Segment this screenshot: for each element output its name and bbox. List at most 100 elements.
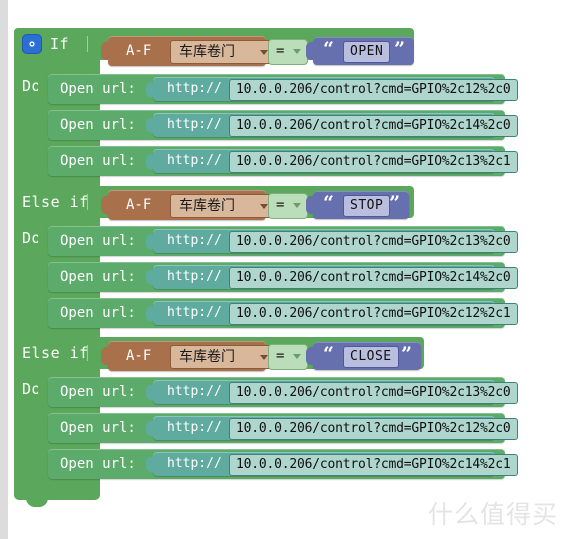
variable-block-3[interactable]: A-F 车库卷门 [101,341,274,371]
string-block-2[interactable]: “ STOP ” [306,191,409,219]
url-plug-icon [146,270,154,285]
statement-open-url-3-2[interactable]: Open url: http:// 10.0.0.206/control?cmd… [48,413,518,443]
url-protocol: http:// [167,456,222,471]
variable-dropdown-3[interactable]: 车库卷门 [170,345,274,369]
variable-dropdown-value-2: 车库卷门 [179,198,235,214]
url-protocol: http:// [167,117,222,132]
variable-dropdown-1[interactable]: 车库卷门 [170,40,274,64]
statement-open-url-2-3[interactable]: Open url: http:// 10.0.0.206/control?cmd… [48,298,518,328]
operator-value-2: = [276,197,285,213]
statement-label: Open url: [60,81,136,97]
statement-label: Open url: [60,456,136,472]
url-value-block[interactable]: http:// 10.0.0.206/control?cmd=GPIO%2c12… [146,416,518,440]
statement-label: Open url: [60,384,136,400]
string-value-2: STOP [343,195,391,217]
variable-dropdown-value-3: 车库卷门 [179,349,235,365]
else-if-condition-notch-2 [88,194,96,210]
url-value-block[interactable]: http:// 10.0.0.206/control?cmd=GPIO%2c12… [146,301,518,325]
url-protocol: http:// [167,153,222,168]
url-text-field[interactable]: 10.0.0.206/control?cmd=GPIO%2c12%2c0 [229,418,518,440]
statement-open-url-1-1[interactable]: Open url: http:// 10.0.0.206/control?cmd… [48,74,518,104]
operator-value-1: = [276,43,285,59]
statement-label: Open url: [60,269,136,285]
string-block-1[interactable]: “ OPEN ” [306,37,414,65]
operator-block-1[interactable]: = [268,39,308,65]
else-if-condition-notch-3 [88,345,96,361]
chevron-down-icon [293,49,301,54]
string-block-3[interactable]: “ CLOSE ” [306,342,421,370]
url-plug-icon [146,82,154,97]
url-plug-icon [146,385,154,400]
quote-open-icon: “ [323,192,334,214]
url-plug-icon [146,457,154,472]
statement-open-url-3-3[interactable]: Open url: http:// 10.0.0.206/control?cmd… [48,449,518,479]
url-text-field[interactable]: 10.0.0.206/control?cmd=GPIO%2c14%2c1 [229,454,518,476]
url-value-block[interactable]: http:// 10.0.0.206/control?cmd=GPIO%2c14… [146,265,518,289]
variable-plug-icon [101,347,109,365]
url-value-block[interactable]: http:// 10.0.0.206/control?cmd=GPIO%2c13… [146,149,518,173]
variable-label-2: A-F [126,197,152,213]
url-protocol: http:// [167,269,222,284]
statement-label: Open url: [60,420,136,436]
url-value-block[interactable]: http:// 10.0.0.206/control?cmd=GPIO%2c13… [146,380,518,404]
statement-label: Open url: [60,233,136,249]
url-value-block[interactable]: http:// 10.0.0.206/control?cmd=GPIO%2c14… [146,113,518,137]
statement-label: Open url: [60,153,136,169]
url-text-field[interactable]: 10.0.0.206/control?cmd=GPIO%2c14%2c0 [229,115,518,137]
quote-close-icon: ” [389,192,400,214]
chevron-down-icon [260,204,268,209]
statement-open-url-1-3[interactable]: Open url: http:// 10.0.0.206/control?cmd… [48,146,518,176]
url-plug-icon [146,154,154,169]
quote-close-icon: ” [401,343,412,365]
variable-plug-icon [101,42,109,60]
statement-label: Open url: [60,117,136,133]
quote-open-icon: “ [323,343,334,365]
url-text-field[interactable]: 10.0.0.206/control?cmd=GPIO%2c14%2c0 [229,267,518,289]
operator-value-3: = [276,348,285,364]
operator-block-2[interactable]: = [268,193,308,219]
statement-label: Open url: [60,305,136,321]
statement-open-url-2-2[interactable]: Open url: http:// 10.0.0.206/control?cmd… [48,262,518,292]
string-value-1: OPEN [343,41,391,63]
statement-open-url-3-1[interactable]: Open url: http:// 10.0.0.206/control?cmd… [48,377,518,407]
url-text-field[interactable]: 10.0.0.206/control?cmd=GPIO%2c12%2c1 [229,303,518,325]
variable-label-1: A-F [126,43,152,59]
url-protocol: http:// [167,81,222,96]
url-plug-icon [146,234,154,249]
quote-close-icon: ” [394,38,405,60]
url-value-block[interactable]: http:// 10.0.0.206/control?cmd=GPIO%2c13… [146,229,518,253]
keyword-else-if-3: Else if [22,344,89,362]
keyword-else-if-2: Else if [22,193,89,211]
url-text-field[interactable]: 10.0.0.206/control?cmd=GPIO%2c12%2c0 [229,79,518,101]
chevron-down-icon [260,355,268,360]
url-text-field[interactable]: 10.0.0.206/control?cmd=GPIO%2c13%2c0 [229,231,518,253]
variable-dropdown-2[interactable]: 车库卷门 [170,194,274,218]
variable-dropdown-value-1: 车库卷门 [179,44,235,60]
url-plug-icon [146,118,154,133]
variable-plug-icon [101,196,109,214]
gear-icon[interactable] [22,34,42,54]
variable-label-3: A-F [126,348,152,364]
quote-open-icon: “ [323,38,334,60]
chevron-down-icon [293,354,301,359]
variable-block-2[interactable]: A-F 车库卷门 [101,190,274,220]
chevron-down-icon [260,50,268,55]
if-condition-notch [88,36,96,52]
url-value-block[interactable]: http:// 10.0.0.206/control?cmd=GPIO%2c12… [146,77,518,101]
url-protocol: http:// [167,233,222,248]
url-value-block[interactable]: http:// 10.0.0.206/control?cmd=GPIO%2c14… [146,452,518,476]
variable-block-1[interactable]: A-F 车库卷门 [101,36,274,66]
canvas-left-strip [0,0,8,539]
url-text-field[interactable]: 10.0.0.206/control?cmd=GPIO%2c13%2c0 [229,382,518,404]
watermark: 什么值得买 [427,500,558,529]
chevron-down-icon [293,203,301,208]
keyword-if: If [50,35,70,53]
operator-block-3[interactable]: = [268,344,308,370]
string-plug-icon [306,42,314,60]
if-block-bottom-nub [26,498,48,507]
url-text-field[interactable]: 10.0.0.206/control?cmd=GPIO%2c13%2c1 [229,151,518,173]
string-plug-icon [306,347,314,365]
string-value-3: CLOSE [343,346,399,368]
statement-open-url-2-1[interactable]: Open url: http:// 10.0.0.206/control?cmd… [48,226,518,256]
statement-open-url-1-2[interactable]: Open url: http:// 10.0.0.206/control?cmd… [48,110,518,140]
